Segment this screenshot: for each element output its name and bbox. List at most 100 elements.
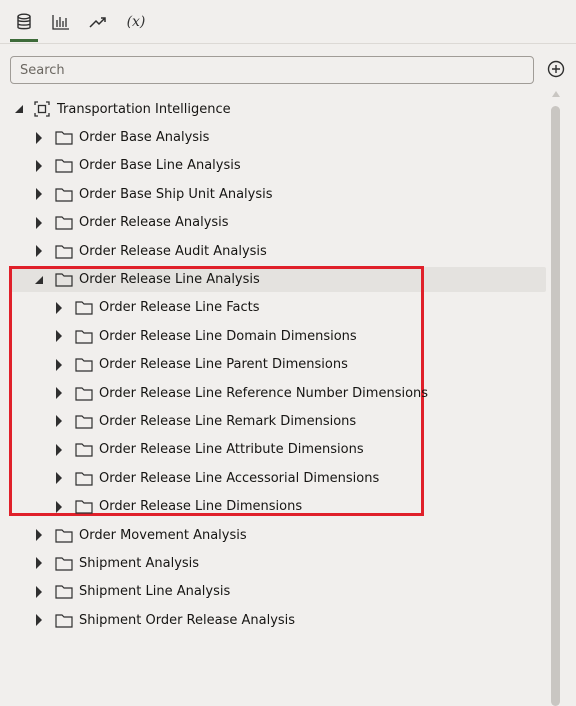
expand-caret[interactable] xyxy=(53,443,65,456)
expand-caret[interactable] xyxy=(33,245,45,258)
triangle-right-icon xyxy=(36,188,42,201)
scroll-up-arrow-icon[interactable] xyxy=(551,90,561,98)
expand-caret[interactable] xyxy=(33,557,45,570)
triangle-right-icon xyxy=(56,301,62,314)
tree-child-label: Order Release Line Dimensions xyxy=(99,499,303,515)
tab-data[interactable] xyxy=(9,8,39,36)
tree-item[interactable]: Shipment Line Analysis xyxy=(0,578,548,606)
expand-caret[interactable] xyxy=(53,301,65,314)
triangle-right-icon xyxy=(36,245,42,258)
folder-icon xyxy=(75,328,93,344)
triangle-right-icon xyxy=(36,216,42,229)
expand-caret[interactable] xyxy=(53,358,65,371)
tree-item-label: Order Release Analysis xyxy=(79,215,229,231)
tree-child-item[interactable]: Order Release Line Facts xyxy=(0,294,548,322)
triangle-right-icon xyxy=(36,585,42,598)
triangle-right-icon xyxy=(36,614,42,627)
triangle-right-icon xyxy=(36,529,42,542)
tree-item[interactable]: Order Base Line Analysis xyxy=(0,152,548,180)
tree-child-item[interactable]: Order Release Line Attribute Dimensions xyxy=(0,436,548,464)
tree-item-label: Shipment Order Release Analysis xyxy=(79,612,296,628)
subject-area-icon xyxy=(33,101,51,117)
tree-item[interactable]: Shipment Order Release Analysis xyxy=(0,606,548,634)
tree-item-label: Order Base Line Analysis xyxy=(79,158,241,174)
collapse-caret[interactable] xyxy=(13,103,25,115)
tree-child-item[interactable]: Order Release Line Domain Dimensions xyxy=(0,322,548,350)
expand-caret[interactable] xyxy=(33,159,45,172)
expand-caret[interactable] xyxy=(53,415,65,428)
expand-caret[interactable] xyxy=(53,387,65,400)
tree-root[interactable]: Transportation Intelligence xyxy=(0,95,548,123)
expand-caret[interactable] xyxy=(33,188,45,201)
tree-item[interactable]: Order Release Audit Analysis xyxy=(0,237,548,265)
folder-icon xyxy=(55,612,73,628)
tab-variables[interactable]: (x) xyxy=(121,8,151,36)
tree-root-label: Transportation Intelligence xyxy=(57,101,231,117)
tree-item-label: Order Release Line Analysis xyxy=(79,272,260,288)
expand-caret[interactable] xyxy=(33,614,45,627)
expand-caret[interactable] xyxy=(53,472,65,485)
tree-child-label: Order Release Line Remark Dimensions xyxy=(99,413,357,429)
tab-analytics[interactable] xyxy=(83,8,113,36)
scrollbar-thumb[interactable] xyxy=(551,106,560,706)
tree-child-item[interactable]: Order Release Line Reference Number Dime… xyxy=(0,379,548,407)
folder-icon xyxy=(55,555,73,571)
tree-item[interactable]: Shipment Analysis xyxy=(0,549,548,577)
expand-caret[interactable] xyxy=(53,500,65,513)
tree-child-item[interactable]: Order Release Line Parent Dimensions xyxy=(0,351,548,379)
triangle-right-icon xyxy=(56,358,62,371)
tree-item-label: Shipment Analysis xyxy=(79,555,200,571)
tree-item[interactable]: Order Base Analysis xyxy=(0,123,548,151)
folder-icon xyxy=(75,385,93,401)
tree-child-label: Order Release Line Facts xyxy=(99,300,260,316)
search-field xyxy=(10,56,534,84)
tree-child-item[interactable]: Order Release Line Accessorial Dimension… xyxy=(0,464,548,492)
tree-child-item[interactable]: Order Release Line Dimensions xyxy=(0,492,548,520)
folder-icon xyxy=(55,272,73,288)
add-button[interactable] xyxy=(546,59,566,79)
tree-item[interactable]: Order Base Ship Unit Analysis xyxy=(0,180,548,208)
triangle-right-icon xyxy=(56,500,62,513)
tree-item-selected[interactable]: Order Release Line Analysis xyxy=(0,265,548,293)
triangle-right-icon xyxy=(36,131,42,144)
triangle-right-icon xyxy=(36,557,42,570)
expand-caret[interactable] xyxy=(33,529,45,542)
tree-child-label: Order Release Line Parent Dimensions xyxy=(99,357,348,373)
data-tree: Transportation Intelligence Order Base A… xyxy=(0,95,548,634)
folder-icon xyxy=(75,442,93,458)
tree-child-label: Order Release Line Attribute Dimensions xyxy=(99,442,364,458)
plus-circle-icon xyxy=(547,60,565,78)
tree-item[interactable]: Order Movement Analysis xyxy=(0,521,548,549)
folder-icon xyxy=(75,357,93,373)
triangle-right-icon xyxy=(56,472,62,485)
folder-icon xyxy=(55,130,73,146)
tab-divider xyxy=(0,43,576,44)
tab-visualizations[interactable] xyxy=(46,8,76,36)
triangle-right-icon xyxy=(36,159,42,172)
folder-icon xyxy=(75,413,93,429)
expand-caret[interactable] xyxy=(33,216,45,229)
tree-child-label: Order Release Line Accessorial Dimension… xyxy=(99,470,380,486)
triangle-down-icon xyxy=(15,105,23,114)
bar-chart-icon xyxy=(52,15,69,30)
tree-item[interactable]: Order Release Analysis xyxy=(0,209,548,237)
expand-caret[interactable] xyxy=(53,330,65,343)
folder-icon xyxy=(75,499,93,515)
tree-item-label: Order Base Analysis xyxy=(79,130,210,146)
trend-icon xyxy=(89,17,106,28)
tree-child-item[interactable]: Order Release Line Remark Dimensions xyxy=(0,407,548,435)
folder-icon xyxy=(55,215,73,231)
folder-icon xyxy=(55,584,73,600)
expand-caret[interactable] xyxy=(33,585,45,598)
search-input[interactable] xyxy=(11,57,533,83)
database-icon xyxy=(17,13,31,30)
expand-caret[interactable] xyxy=(33,131,45,144)
triangle-down-icon xyxy=(35,275,43,284)
folder-icon xyxy=(55,186,73,202)
tree-item-label: Order Release Audit Analysis xyxy=(79,243,267,259)
collapse-caret[interactable] xyxy=(33,274,45,286)
tree-item-label: Order Base Ship Unit Analysis xyxy=(79,186,273,202)
vertical-scrollbar[interactable] xyxy=(550,88,562,706)
tree-item-label: Order Movement Analysis xyxy=(79,527,247,543)
tree-child-label: Order Release Line Reference Number Dime… xyxy=(99,385,429,401)
